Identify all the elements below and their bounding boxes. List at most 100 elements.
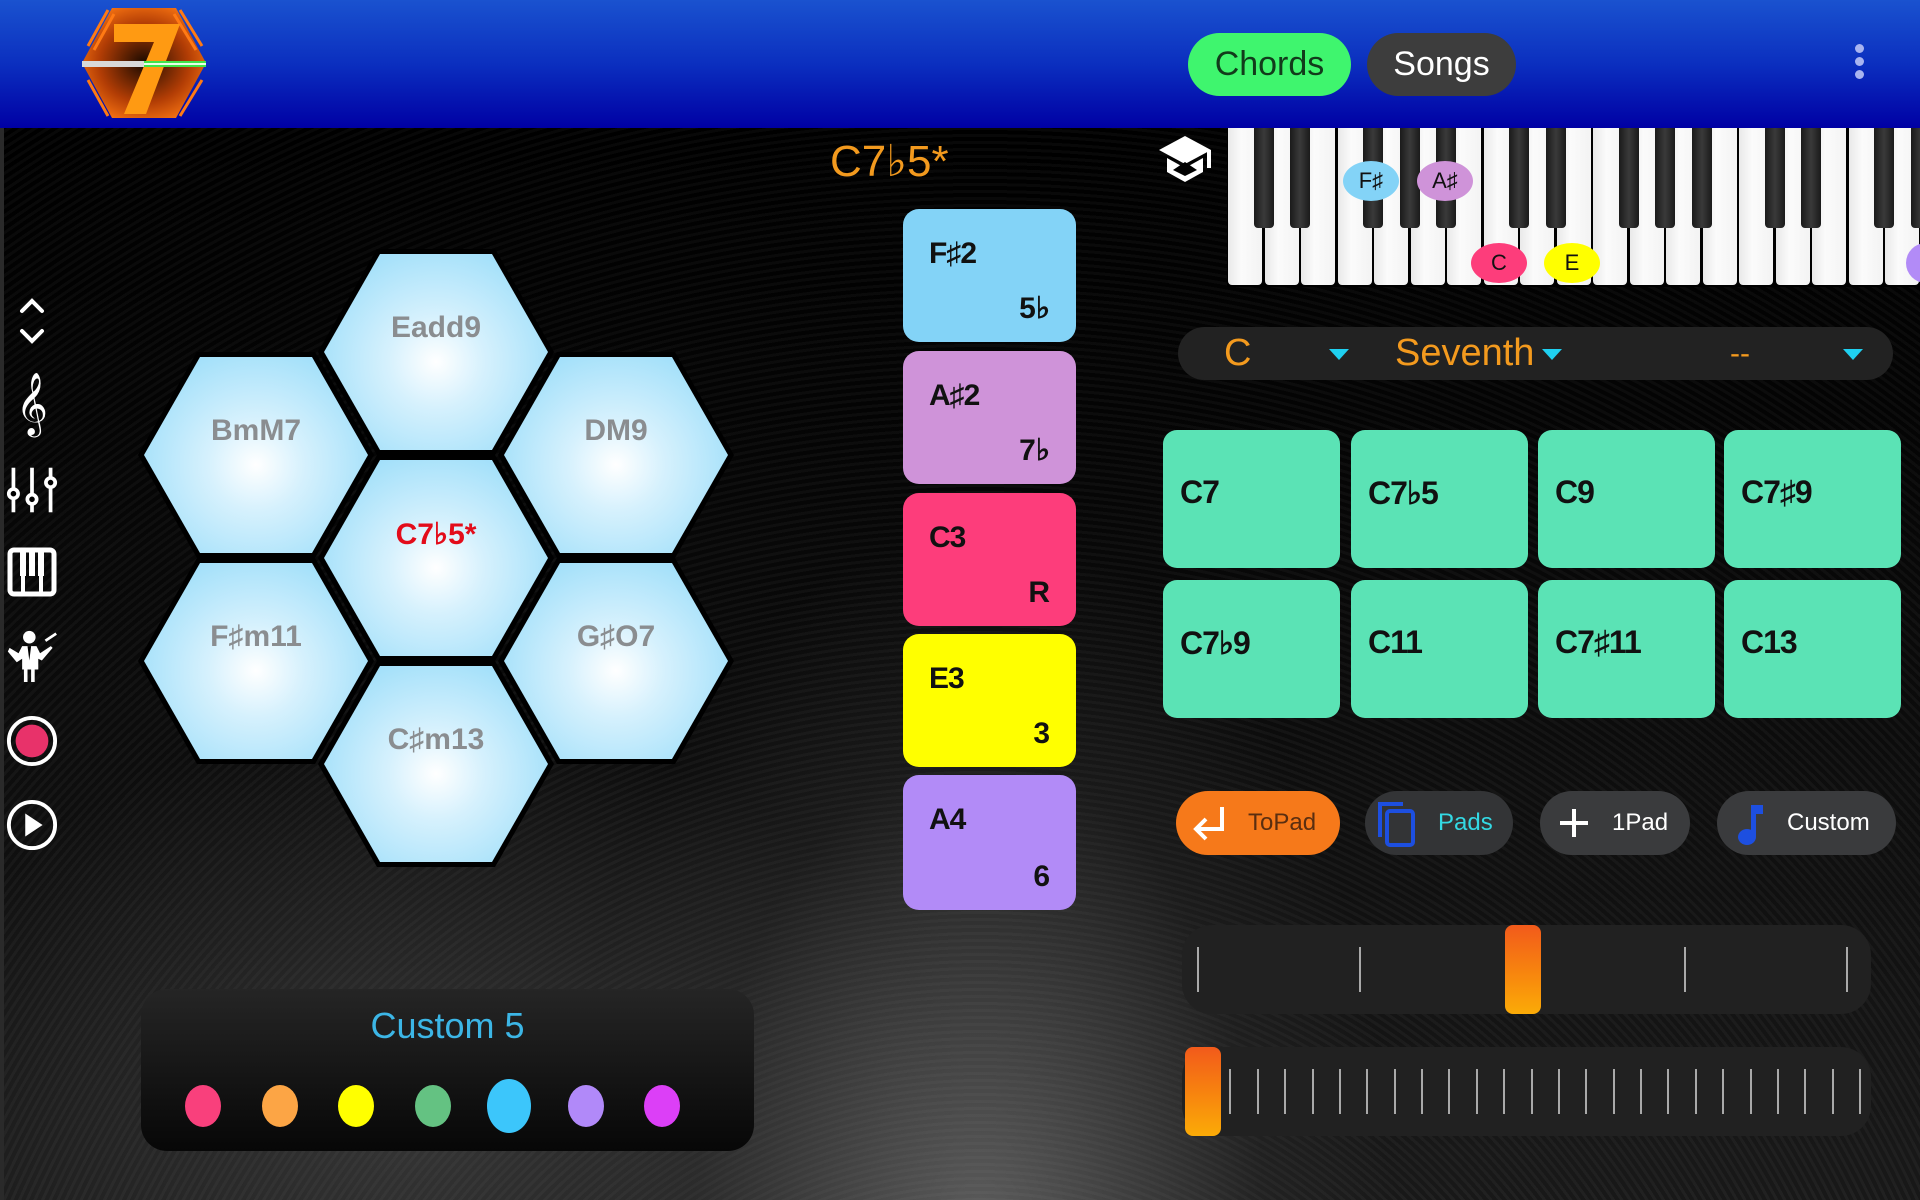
piano-icon[interactable]: [6, 546, 58, 598]
slider-tick: [1530, 1069, 1533, 1114]
slider-tick: [1359, 947, 1362, 992]
slider-tick: [1640, 1069, 1642, 1114]
current-chord-title: C7♭5*: [830, 137, 949, 186]
slider-thumb[interactable]: [1185, 1047, 1221, 1136]
chord-cell-c7b9[interactable]: C7♭9: [1163, 580, 1340, 718]
more-vert-icon[interactable]: [1850, 44, 1868, 84]
slider-tick: [1311, 1069, 1314, 1114]
black-key[interactable]: [1874, 128, 1894, 228]
record-icon[interactable]: [6, 715, 58, 767]
black-key[interactable]: [1655, 128, 1675, 228]
graduation-cap-icon[interactable]: [1155, 132, 1215, 188]
to-pad-button[interactable]: ToPad: [1176, 791, 1340, 855]
sliders-icon[interactable]: [6, 464, 58, 516]
slider-tick: [1585, 1069, 1588, 1114]
dropdown-arrow-icon: [1542, 349, 1562, 360]
slider-tick: [1683, 947, 1686, 992]
root-note-select[interactable]: C: [1178, 327, 1378, 380]
chord-cell-c11[interactable]: C11: [1351, 580, 1528, 718]
conductor-icon[interactable]: [6, 630, 58, 682]
note-degree: R: [1028, 576, 1050, 609]
chord-cell-c7sharp11[interactable]: C7♯11: [1538, 580, 1715, 718]
slider-tick: [1421, 1069, 1423, 1114]
slider-thumb[interactable]: [1504, 925, 1541, 1014]
black-key[interactable]: [1910, 128, 1920, 228]
slider-tick: [1229, 1069, 1232, 1114]
note-pad-5[interactable]: A4 6: [903, 775, 1076, 910]
slider-tick: [1338, 1069, 1341, 1114]
music-note-icon: [1735, 801, 1775, 845]
note-pad-1[interactable]: F♯2 5♭: [903, 209, 1076, 342]
color-swatch[interactable]: [185, 1085, 221, 1127]
hex-chord-label: F♯m11: [210, 620, 302, 653]
slider-tick: [1475, 1069, 1478, 1114]
black-key[interactable]: [1509, 128, 1529, 228]
black-key[interactable]: [1691, 128, 1712, 228]
custom-label: Custom: [1787, 809, 1870, 836]
slider-tick: [1284, 1069, 1287, 1114]
chord-cell-c9[interactable]: C9: [1538, 430, 1715, 568]
chord-selector-bar: C Seventh --: [1178, 327, 1893, 380]
chevron-up-down-icon[interactable]: [6, 295, 58, 347]
chord-type-value: Seventh: [1395, 332, 1535, 374]
custom-button[interactable]: Custom: [1717, 791, 1896, 855]
custom-palette-title: Custom 5: [370, 1005, 525, 1046]
top-bar: Chords Songs: [0, 0, 1920, 128]
key-highlight: F♯: [1343, 161, 1399, 201]
one-pad-button[interactable]: 1Pad: [1540, 791, 1690, 855]
color-swatch[interactable]: [644, 1085, 680, 1127]
tab-songs[interactable]: Songs: [1367, 33, 1516, 96]
color-swatch[interactable]: [261, 1085, 298, 1127]
pads-button[interactable]: Pads: [1365, 791, 1513, 855]
black-key[interactable]: [1764, 128, 1785, 228]
hex-chord-label: BmM7: [210, 414, 301, 447]
slider-tick: [1749, 1069, 1752, 1114]
slider-tick: [1804, 1069, 1807, 1114]
note-name: F♯2: [929, 237, 977, 270]
note-name: E3: [929, 662, 965, 695]
note-pad-2[interactable]: A♯2 7♭: [903, 351, 1076, 484]
extension-value: --: [1730, 336, 1750, 370]
treble-clef-icon[interactable]: 𝄞: [6, 377, 58, 431]
slider-tick: [1366, 1069, 1369, 1114]
hex-chord-label: C♯m13: [387, 723, 485, 756]
slider-2[interactable]: [1182, 1047, 1871, 1136]
slider-tick: [1557, 1069, 1560, 1114]
note-pad-3[interactable]: C3 R: [903, 493, 1076, 626]
return-arrow-icon: [1192, 803, 1232, 843]
note-pad-4[interactable]: E3 3: [903, 634, 1076, 767]
dropdown-arrow-icon: [1329, 349, 1349, 360]
slider-tick: [1694, 1069, 1697, 1114]
play-icon[interactable]: [6, 799, 58, 851]
copy-pages-icon: [1377, 801, 1417, 847]
chord-cell-c7[interactable]: C7: [1163, 430, 1340, 568]
chord-type-select[interactable]: Seventh: [1378, 327, 1678, 380]
color-swatch[interactable]: [414, 1085, 451, 1127]
root-note-value: C: [1224, 332, 1252, 374]
chord-cell-c13[interactable]: C13: [1724, 580, 1901, 718]
slider-tick: [1859, 1069, 1861, 1114]
to-pad-label: ToPad: [1248, 809, 1317, 836]
chord-cell-c7sharp9[interactable]: C7♯9: [1724, 430, 1901, 568]
color-swatch[interactable]: [338, 1085, 374, 1127]
slider-1[interactable]: [1182, 925, 1871, 1014]
chord-cell-c7b5[interactable]: C7♭5: [1351, 430, 1528, 568]
custom-palette-panel: Custom 5: [141, 989, 754, 1151]
note-degree: 7♭: [1019, 434, 1050, 467]
note-name: A4: [929, 803, 966, 836]
extension-select[interactable]: --: [1678, 327, 1893, 380]
tab-chords[interactable]: Chords: [1188, 33, 1351, 96]
one-pad-label: 1Pad: [1612, 809, 1669, 836]
slider-tick: [1667, 1069, 1670, 1114]
black-key[interactable]: [1801, 128, 1821, 228]
left-edge: [0, 128, 4, 1200]
black-key[interactable]: [1618, 128, 1639, 228]
black-key[interactable]: [1253, 128, 1274, 228]
color-swatch[interactable]: [567, 1085, 604, 1127]
black-key[interactable]: [1290, 128, 1310, 228]
black-key[interactable]: [1545, 128, 1566, 228]
color-swatch-selected[interactable]: [487, 1079, 531, 1133]
slider-tick: [1448, 1069, 1451, 1114]
note-name: C3: [929, 521, 966, 554]
app-logo[interactable]: [80, 6, 208, 120]
